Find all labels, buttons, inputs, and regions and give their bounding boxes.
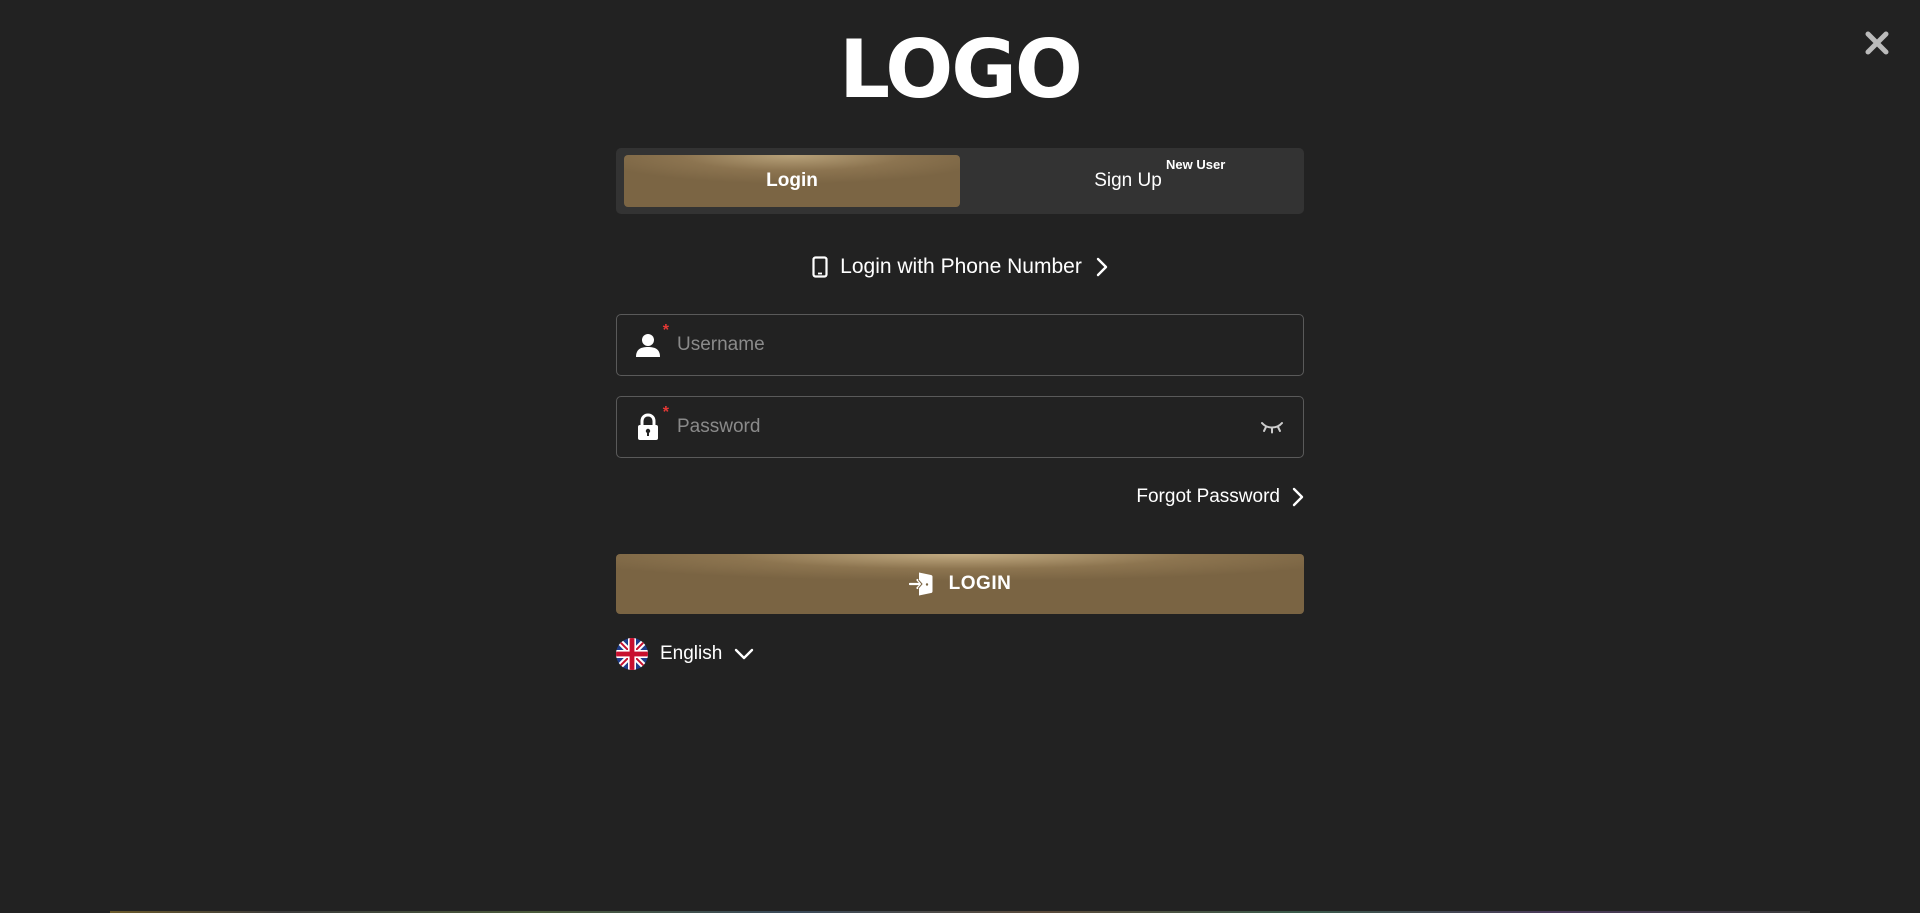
tab-login[interactable]: Login [624,155,960,207]
login-button[interactable]: LOGIN [616,554,1304,614]
password-input[interactable] [675,396,1257,458]
login-with-phone-label: Login with Phone Number [840,255,1082,278]
username-input[interactable] [675,314,1303,376]
login-page: LOGO Login Sign Up New User Login with P… [0,0,1920,913]
tab-signup[interactable]: Sign Up New User [960,155,1296,207]
new-user-badge: New User [1166,157,1226,172]
forgot-password-label: Forgot Password [1136,486,1280,507]
language-label: English [660,643,723,664]
tab-signup-label: Sign Up [1094,170,1162,191]
mobile-phone-icon [812,256,828,278]
auth-tabs: Login Sign Up New User [616,148,1304,214]
eye-closed-icon[interactable] [1257,412,1287,442]
login-with-phone-link[interactable]: Login with Phone Number [616,252,1304,282]
tab-login-label: Login [766,170,818,191]
chevron-right-icon [1292,487,1304,507]
password-field: * [616,396,1304,458]
language-selector[interactable]: English [616,638,776,670]
forgot-password-link[interactable]: Forgot Password [616,484,1304,510]
chevron-right-icon [1096,257,1108,277]
login-button-label: LOGIN [948,573,1012,594]
user-icon: * [633,322,669,360]
uk-flag-icon [616,638,648,670]
required-marker: * [662,322,669,339]
username-field: * [616,314,1304,376]
auth-panel: Login Sign Up New User Login with Phone … [616,148,1304,670]
lock-icon: * [633,404,669,442]
site-logo: LOGO [839,23,1083,116]
login-door-icon [908,571,935,597]
required-marker: * [662,404,669,421]
chevron-down-icon [734,648,754,660]
